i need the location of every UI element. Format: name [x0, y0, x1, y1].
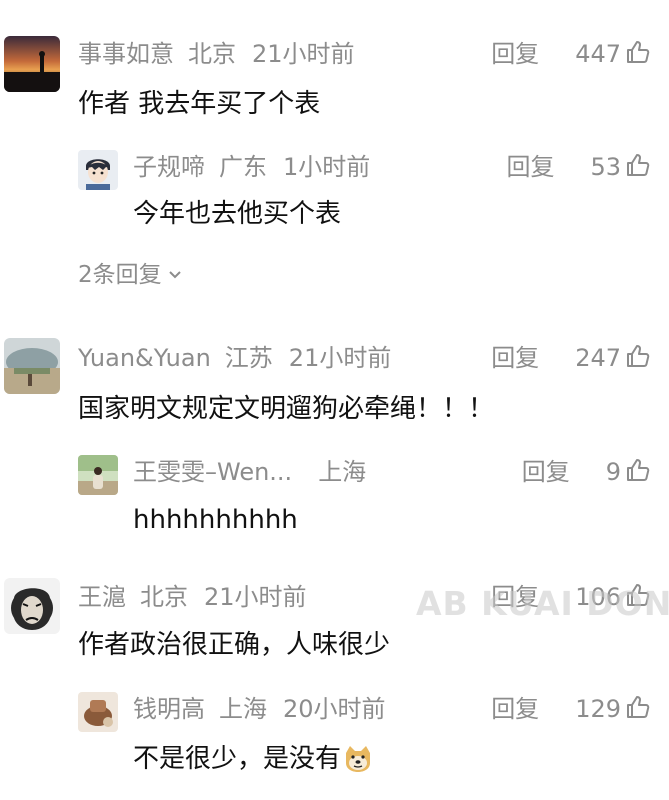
reply-actions: 回复 9	[522, 455, 651, 489]
location: 江苏	[224, 344, 273, 372]
reply-button[interactable]: 回复	[491, 344, 539, 372]
reply-meta: 王雯雯–Wen... 上海	[133, 455, 396, 489]
reply-button[interactable]: 回复	[491, 695, 539, 723]
avatar[interactable]	[78, 150, 118, 190]
comment-meta: 事事如意 北京 21小时前	[78, 37, 369, 71]
chevron-down-icon	[168, 257, 182, 289]
reply-text-content: 不是很少，是没有	[133, 744, 342, 774]
avatar[interactable]	[78, 692, 118, 732]
username[interactable]: 王滬	[78, 583, 126, 611]
reply-actions: 回复 129	[491, 692, 651, 726]
location: 上海	[318, 458, 367, 486]
username[interactable]: 钱明高	[133, 695, 205, 723]
reply-button[interactable]: 回复	[506, 153, 554, 181]
reply-button[interactable]: 回复	[491, 40, 539, 68]
avatar[interactable]	[4, 578, 60, 634]
reply-text: 不是很少，是没有	[133, 741, 373, 783]
reply-actions: 回复 53	[506, 150, 651, 184]
timestamp: 21小时前	[204, 583, 307, 611]
location: 北京	[140, 583, 188, 611]
avatar[interactable]	[4, 36, 60, 92]
comment-actions: 回复 106	[491, 580, 651, 614]
like-count: 106	[575, 583, 621, 611]
comment-actions: 回复 247	[491, 341, 651, 375]
reply-meta: 子规啼 广东 1小时前	[133, 150, 384, 184]
location: 上海	[219, 695, 267, 723]
reply-meta: 钱明高 上海 20小时前	[133, 692, 400, 726]
reply-text: 今年也去他买个表	[133, 199, 342, 229]
like-count: 447	[575, 40, 621, 68]
more-replies-link[interactable]: 2条回复	[78, 257, 182, 291]
timestamp: 21小时前	[288, 344, 392, 372]
timestamp: 21小时前	[252, 40, 355, 68]
comment-text: 作者 我去年买了个表	[78, 89, 321, 119]
timestamp: 1小时前	[283, 153, 371, 181]
thumbs-up-icon[interactable]	[625, 343, 651, 378]
username[interactable]: 子规啼	[133, 153, 205, 181]
username[interactable]: Yuan&Yuan	[78, 344, 211, 372]
comment-text: 作者政治很正确，人味很少	[78, 630, 391, 660]
location: 北京	[188, 40, 236, 68]
comment-meta: Yuan&Yuan 江苏 21小时前	[78, 341, 405, 375]
comment-actions: 回复 447	[491, 37, 651, 71]
thumbs-up-icon[interactable]	[625, 582, 651, 617]
avatar[interactable]	[4, 338, 60, 394]
like-count: 129	[575, 695, 621, 723]
thumbs-up-icon[interactable]	[625, 694, 651, 729]
comment-meta: 王滬 北京 21小时前	[78, 580, 321, 614]
thumbs-up-icon[interactable]	[625, 152, 651, 187]
like-count: 53	[590, 153, 621, 181]
avatar[interactable]	[78, 455, 118, 495]
thumbs-up-icon[interactable]	[625, 39, 651, 74]
location: 广东	[219, 153, 267, 181]
reply-button[interactable]: 回复	[491, 583, 539, 611]
timestamp: 20小时前	[283, 695, 386, 723]
like-count: 247	[575, 344, 621, 372]
username[interactable]: 事事如意	[78, 40, 174, 68]
reply-button[interactable]: 回复	[522, 458, 570, 486]
reply-text: hhhhhhhhhh	[133, 505, 298, 535]
thumbs-up-icon[interactable]	[625, 457, 651, 492]
like-count: 9	[605, 458, 621, 486]
more-replies-label: 2条回复	[78, 262, 162, 288]
doge-emoji-icon	[343, 743, 373, 783]
comment-text: 国家明文规定文明遛狗必牵绳！！！	[78, 394, 495, 424]
username[interactable]: 王雯雯–Wen...	[133, 458, 292, 486]
